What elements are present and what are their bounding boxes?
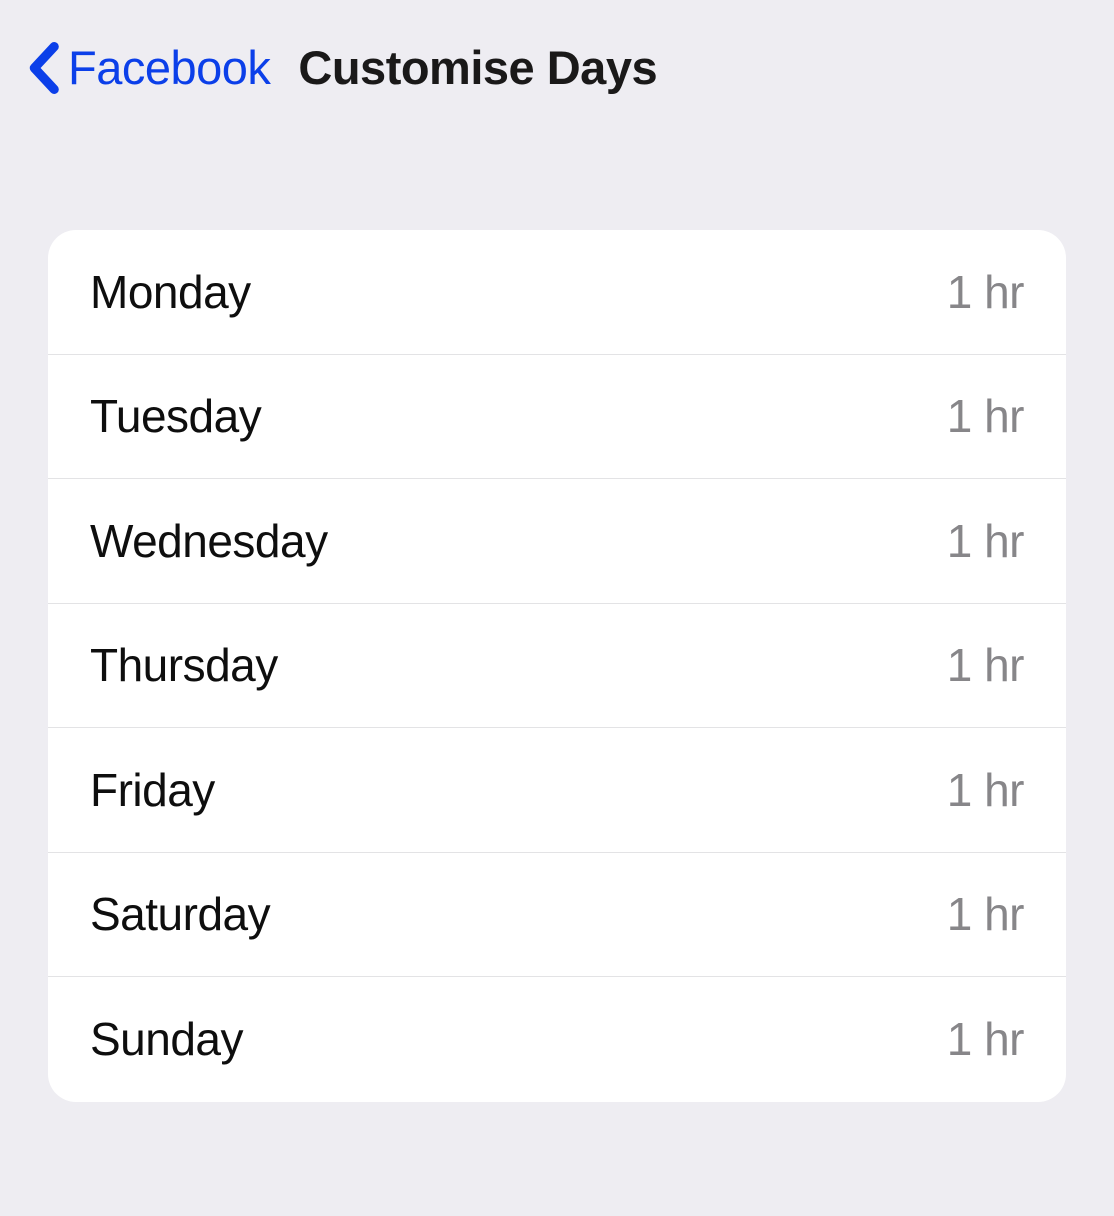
- day-row-thursday[interactable]: Thursday 1 hr: [48, 604, 1066, 729]
- day-value: 1 hr: [947, 265, 1024, 319]
- back-button[interactable]: Facebook: [27, 40, 270, 95]
- back-button-label: Facebook: [68, 40, 270, 95]
- day-label: Saturday: [90, 887, 270, 941]
- day-value: 1 hr: [947, 887, 1024, 941]
- day-value: 1 hr: [947, 389, 1024, 443]
- day-label: Monday: [90, 265, 251, 319]
- day-row-monday[interactable]: Monday 1 hr: [48, 230, 1066, 355]
- day-row-tuesday[interactable]: Tuesday 1 hr: [48, 355, 1066, 480]
- day-label: Thursday: [90, 638, 278, 692]
- days-list: Monday 1 hr Tuesday 1 hr Wednesday 1 hr …: [48, 230, 1066, 1102]
- day-value: 1 hr: [947, 514, 1024, 568]
- day-value: 1 hr: [947, 1012, 1024, 1066]
- day-row-sunday[interactable]: Sunday 1 hr: [48, 977, 1066, 1102]
- day-label: Sunday: [90, 1012, 243, 1066]
- day-label: Wednesday: [90, 514, 328, 568]
- chevron-left-icon: [27, 42, 60, 94]
- day-label: Friday: [90, 763, 215, 817]
- navigation-header: Facebook Customise Days: [0, 0, 1114, 95]
- day-row-saturday[interactable]: Saturday 1 hr: [48, 853, 1066, 978]
- day-row-wednesday[interactable]: Wednesday 1 hr: [48, 479, 1066, 604]
- day-label: Tuesday: [90, 389, 261, 443]
- day-row-friday[interactable]: Friday 1 hr: [48, 728, 1066, 853]
- day-value: 1 hr: [947, 638, 1024, 692]
- day-value: 1 hr: [947, 763, 1024, 817]
- page-title: Customise Days: [298, 40, 657, 95]
